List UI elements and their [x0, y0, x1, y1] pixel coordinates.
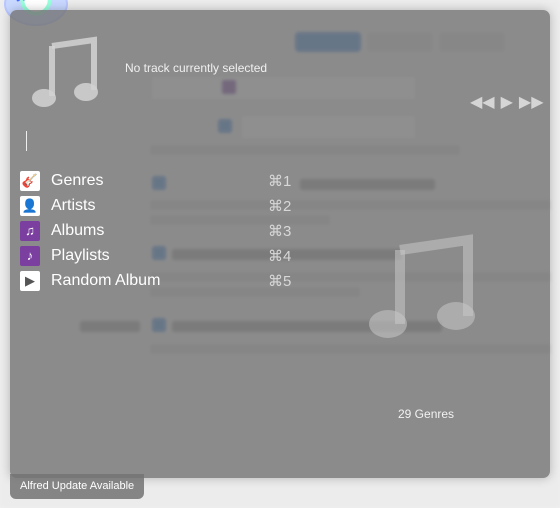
- result-label: Albums: [51, 221, 105, 239]
- track-status: No track currently selected: [125, 61, 268, 75]
- result-shortcut: ⌘2: [268, 197, 292, 215]
- music-note-icon: ♫: [14, 0, 29, 7]
- music-note-icon: [32, 36, 98, 107]
- result-shortcut: ⌘3: [268, 222, 292, 240]
- result-label: Playlists: [51, 246, 110, 264]
- result-item-genres[interactable]: 🎸 Genres ⌘1: [20, 168, 310, 193]
- playback-controls[interactable]: ◀◀ ▶ ▶▶: [470, 92, 544, 112]
- artist-icon: 👤: [20, 195, 40, 216]
- album-icon: ♫: [20, 220, 40, 241]
- result-list: 🎸 Genres ⌘1 👤 Artists ⌘2 ♫ Albums ⌘3 ♪ P…: [20, 168, 310, 293]
- result-item-albums[interactable]: ♫ Albums ⌘3: [20, 218, 310, 243]
- playlist-icon: ♪: [20, 245, 40, 266]
- result-shortcut: ⌘1: [268, 172, 292, 190]
- result-label: Genres: [51, 171, 104, 189]
- result-item-playlists[interactable]: ♪ Playlists ⌘4: [20, 243, 310, 268]
- result-item-artists[interactable]: 👤 Artists ⌘2: [20, 193, 310, 218]
- update-available-badge[interactable]: Alfred Update Available: [10, 474, 145, 499]
- search-input[interactable]: [26, 131, 27, 151]
- result-label: Random Album: [51, 271, 161, 289]
- result-shortcut: ⌘4: [268, 247, 292, 265]
- next-icon[interactable]: ▶▶: [519, 92, 544, 112]
- play-icon[interactable]: ▶: [501, 92, 513, 112]
- result-item-random-album[interactable]: ▶ Random Album ⌘5: [20, 268, 310, 293]
- result-count: 29 Genres: [398, 407, 455, 421]
- guitar-icon: 🎸: [20, 170, 40, 191]
- alfred-window: No track currently selected ◀◀ ▶ ▶▶ 🎸 Ge…: [10, 10, 550, 478]
- random-play-icon: ▶: [20, 270, 40, 291]
- previous-icon[interactable]: ◀◀: [470, 92, 495, 112]
- result-shortcut: ⌘5: [268, 272, 292, 290]
- music-note-large-icon: [369, 234, 475, 338]
- result-label: Artists: [51, 196, 96, 214]
